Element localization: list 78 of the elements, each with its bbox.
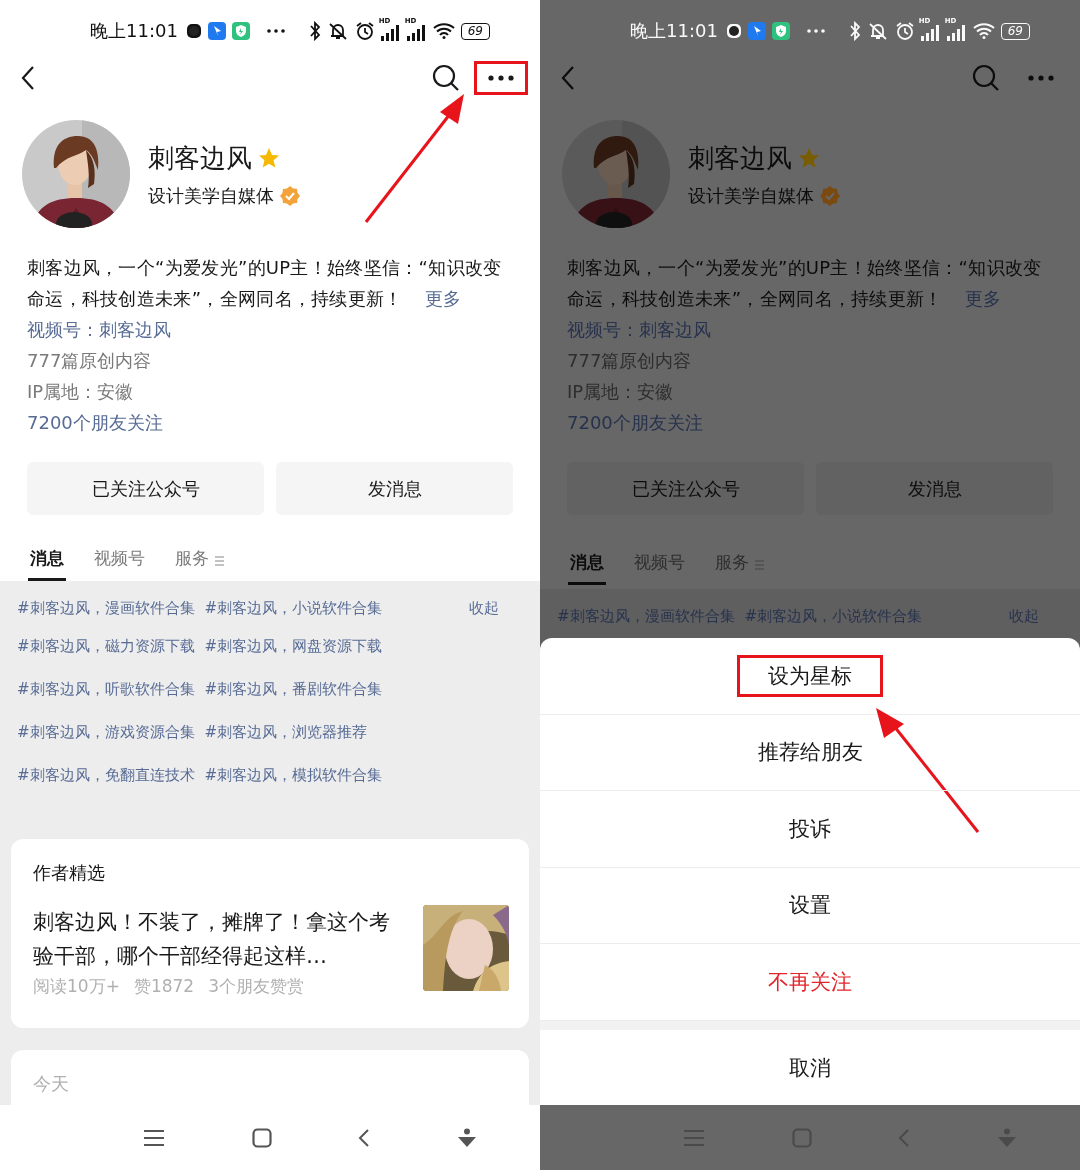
topic-tag[interactable]: #刺客边风，游戏资源合集: [17, 723, 195, 742]
action-button[interactable]: 已关注公众号: [567, 462, 804, 515]
article-title[interactable]: 刺客边风！不装了，摊牌了！拿这个考验干部，哪个干部经得起这样…: [33, 905, 403, 973]
sheet-option[interactable]: 推荐给朋友: [726, 731, 894, 774]
topic-tag[interactable]: #刺客边风，磁力资源下载: [17, 637, 195, 656]
tab[interactable]: 服务: [173, 541, 211, 581]
alarm-icon: [894, 21, 915, 41]
sheet-option[interactable]: 不再关注: [737, 960, 883, 1003]
battery-indicator: 69: [1000, 22, 1030, 40]
wifi-icon: [432, 23, 455, 39]
more-button[interactable]: [474, 61, 528, 95]
topic-tag[interactable]: #刺客边风，模拟软件合集: [204, 766, 383, 785]
topic-tag[interactable]: #刺客边风，听歌软件合集: [17, 680, 195, 699]
back-icon[interactable]: [20, 65, 36, 91]
more-link[interactable]: 更多: [424, 288, 462, 309]
article-count: 777篇原创内容: [27, 349, 153, 373]
wifi-icon: [972, 23, 995, 39]
verified-icon: [280, 185, 300, 206]
date-label: 今天: [33, 1073, 69, 1094]
battery-indicator: 69: [460, 22, 490, 40]
ip-location: IP属地：安徽: [567, 380, 675, 404]
topic-tag[interactable]: #刺客边风，网盘资源下载: [204, 637, 383, 656]
bluetooth-icon: [308, 21, 321, 41]
star-icon: [798, 147, 820, 169]
back-icon[interactable]: [358, 1127, 371, 1148]
menu-icon[interactable]: [143, 1128, 166, 1147]
video-channel-link[interactable]: 视频号：刺客边风: [27, 314, 540, 345]
assistant-icon[interactable]: [456, 1127, 477, 1148]
bluetooth-icon: [848, 21, 861, 41]
topic-tag[interactable]: #刺客边风，番剧软件合集: [204, 680, 383, 699]
followers-link[interactable]: 7200个朋友关注: [27, 407, 540, 438]
tab[interactable]: 服务: [713, 545, 751, 585]
shield-icon: [771, 22, 790, 40]
action-button[interactable]: 发消息: [276, 462, 513, 515]
tab[interactable]: 视频号: [92, 541, 147, 581]
more-icon: [488, 75, 514, 81]
sheet-option[interactable]: 设为星标: [737, 654, 883, 697]
app-icon: [207, 22, 226, 40]
account-type: 设计美学自媒体: [148, 183, 274, 208]
app-icon: [747, 22, 766, 40]
verified-icon: [820, 185, 840, 206]
status-time: 晚上11:01: [630, 19, 718, 43]
account-type: 设计美学自媒体: [688, 183, 814, 208]
signal-icon: [946, 25, 967, 41]
more-icon: [265, 28, 286, 34]
section-title: 作者精选: [33, 861, 106, 885]
sheet-option[interactable]: 设置: [758, 884, 862, 927]
ip-location: IP属地：安徽: [27, 380, 135, 404]
shield-icon: [231, 22, 250, 40]
action-button[interactable]: 已关注公众号: [27, 462, 264, 515]
more-icon: [805, 28, 826, 34]
home-icon[interactable]: [251, 1127, 272, 1148]
more-icon: [1028, 75, 1054, 81]
star-icon: [258, 147, 280, 169]
article-count: 777篇原创内容: [567, 349, 693, 373]
tab[interactable]: 视频号: [632, 545, 687, 585]
account-name: 刺客边风: [688, 141, 792, 175]
action-button[interactable]: 发消息: [816, 462, 1053, 515]
article-stat: 3个朋友赞赏: [208, 975, 304, 998]
alarm-icon: [354, 21, 375, 41]
search-icon[interactable]: [432, 64, 460, 92]
topic-tag[interactable]: #刺客边风，小说软件合集: [204, 599, 383, 618]
topic-tag[interactable]: #刺客边风，免翻直连技术: [17, 766, 195, 785]
signal-icon: [380, 25, 401, 41]
status-time: 晚上11:01: [90, 19, 178, 43]
topic-tag[interactable]: #刺客边风，浏览器推荐: [204, 723, 368, 742]
topic-tag[interactable]: #刺客边风，漫画软件合集: [17, 599, 195, 618]
article-stat: 赞1872: [133, 975, 195, 998]
signal-icon: [920, 25, 941, 41]
collapse-link[interactable]: 收起: [469, 599, 499, 618]
bio-text: 刺客边风，一个“为爱发光”的UP主！始终坚信：“知识改变命运，科技创造未来”，全网同名，持续更新！ 更多: [27, 256, 503, 311]
sheet-option[interactable]: 投诉: [758, 807, 862, 850]
article-stat: 阅读10万+: [33, 975, 120, 998]
account-name: 刺客边风: [148, 141, 252, 175]
cancel-button[interactable]: 取消: [540, 1030, 1080, 1105]
tab[interactable]: 消息: [568, 545, 606, 585]
bio-text: 刺客边风，一个“为爱发光”的UP主！始终坚信：“知识改变命运，科技创造未来”，全网同名，持续更新！ 更多: [567, 256, 1043, 311]
signal-icon: [406, 25, 427, 41]
